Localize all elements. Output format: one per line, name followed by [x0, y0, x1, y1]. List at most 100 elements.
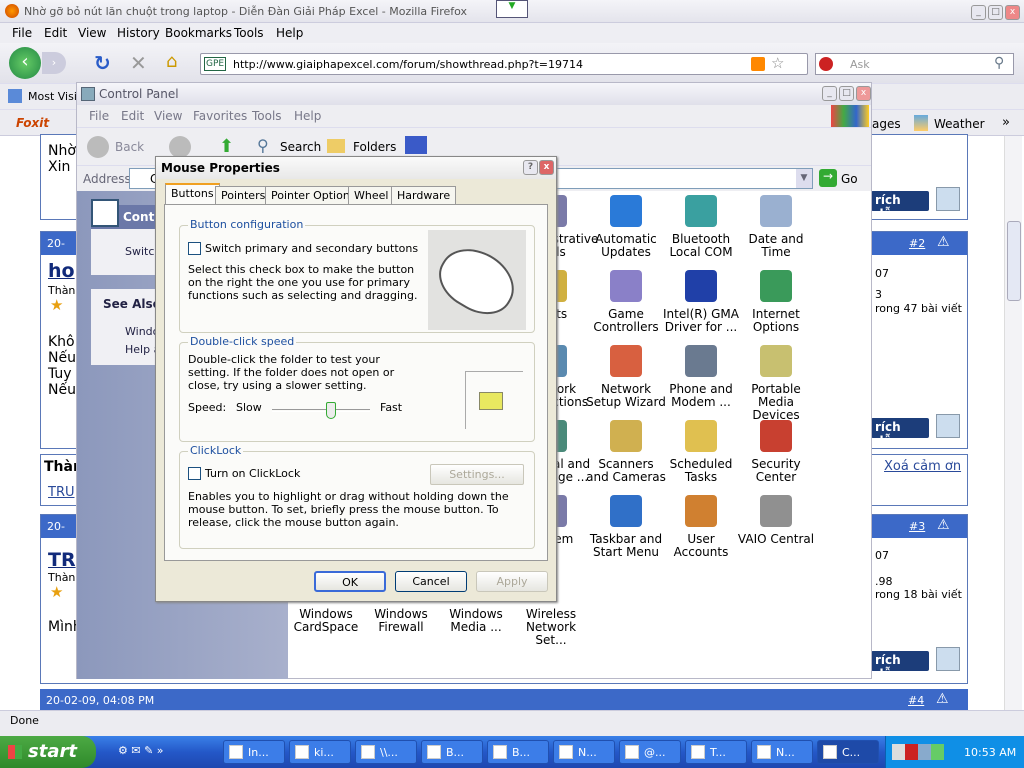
cp-icon-item[interactable]: Taskbar and Start Menu [586, 495, 666, 559]
cancel-button[interactable]: Cancel [395, 571, 467, 592]
address-dropdown-icon[interactable]: ▼ [796, 169, 812, 188]
menu-view[interactable]: View [78, 26, 106, 40]
post-number-link[interactable]: #2 [909, 237, 925, 250]
cp-menu-favorites[interactable]: Favorites [193, 109, 247, 123]
thanks-user-link[interactable]: TRU [48, 485, 75, 500]
menu-file[interactable]: File [12, 26, 32, 40]
cp-icon-item[interactable]: Automatic Updates [586, 195, 666, 259]
search-input[interactable]: Ask ⚲ [815, 53, 1014, 75]
cp-icon-item[interactable]: Network Setup Wizard [586, 345, 666, 409]
ok-button[interactable]: OK [314, 571, 386, 592]
dropdown-tab-icon[interactable]: ▼ [496, 0, 528, 18]
taskbar-item[interactable]: N... [553, 740, 615, 764]
cp-menu-help[interactable]: Help [294, 109, 321, 123]
report-icon[interactable]: ⚠ [936, 691, 949, 707]
remove-thanks-link[interactable]: Xoá cảm ơn [884, 459, 961, 474]
start-button[interactable]: start [0, 736, 96, 768]
go-button[interactable]: Go [841, 172, 858, 186]
menu-bookmarks[interactable]: Bookmarks [165, 26, 232, 40]
clicklock-checkbox[interactable] [188, 467, 201, 480]
cp-icon-item[interactable]: Portable Media Devices [736, 345, 816, 422]
page-scrollbar[interactable] [1004, 136, 1022, 710]
cp-menu-tools[interactable]: Tools [252, 109, 282, 123]
username-link[interactable]: ho [48, 260, 75, 282]
pages-button[interactable]: ages [872, 117, 901, 131]
cp-back-icon[interactable] [87, 136, 109, 158]
quick-launch-icons[interactable]: ⚙ ✉ ✎ » [118, 744, 208, 760]
cp-forward-icon[interactable] [169, 136, 191, 158]
menu-help[interactable]: Help [276, 26, 303, 40]
cp-icon-item[interactable]: User Accounts [661, 495, 741, 559]
cp-icon-item[interactable]: Scheduled Tasks [661, 420, 741, 484]
cp-maximize-button[interactable]: □ [839, 86, 854, 101]
cp-icon-item[interactable]: Date and Time [736, 195, 816, 259]
quote-button[interactable]: rích dẫn [871, 651, 929, 681]
test-folder-area[interactable] [465, 371, 523, 429]
cp-icon-item[interactable]: Bluetooth Local COM [661, 195, 741, 259]
search-icon[interactable]: ⚲ [994, 55, 1004, 71]
edit-icon[interactable] [936, 187, 960, 211]
close-button[interactable]: x [1005, 5, 1020, 20]
settings-button[interactable]: Settings... [430, 464, 524, 485]
cp-icon-item[interactable]: Intel(R) GMA Driver for ... [661, 270, 741, 334]
cp-back-button[interactable]: Back [115, 140, 144, 154]
ask-engine-icon[interactable] [819, 57, 833, 71]
cp-menu-file[interactable]: File [89, 109, 109, 123]
taskbar-item[interactable]: B... [487, 740, 549, 764]
cp-close-button[interactable]: x [856, 86, 871, 101]
url-bar[interactable]: GPE http://www.giaiphapexcel.com/forum/s… [200, 53, 808, 75]
post-number-link[interactable]: #4 [908, 694, 924, 707]
most-visited-bookmark[interactable]: Most Visit [28, 90, 81, 103]
tray-icons[interactable] [892, 744, 944, 760]
taskbar-item[interactable]: \\... [355, 740, 417, 764]
quote-button[interactable]: rích dẫn [871, 418, 929, 448]
cp-menu-view[interactable]: View [154, 109, 182, 123]
back-button[interactable]: ‹ [9, 47, 41, 79]
edit-icon[interactable] [936, 647, 960, 671]
cp-icon-item[interactable]: VAIO Central [736, 495, 816, 546]
clock[interactable]: 10:53 AM [964, 746, 1016, 759]
reload-icon[interactable]: ↻ [94, 51, 111, 75]
up-folder-icon[interactable]: ⬆ [219, 136, 234, 157]
minimize-button[interactable]: _ [971, 5, 986, 20]
dialog-close-button[interactable]: x [539, 160, 554, 175]
taskbar-item[interactable]: In... [223, 740, 285, 764]
views-icon[interactable] [405, 136, 427, 154]
quote-button[interactable]: rích dẫn [871, 191, 929, 221]
slider-thumb[interactable] [325, 402, 336, 419]
username-link[interactable]: TR [48, 549, 76, 571]
cp-icon-item[interactable]: Phone and Modem ... [661, 345, 741, 409]
cp-minimize-button[interactable]: _ [822, 86, 837, 101]
edit-icon[interactable] [936, 414, 960, 438]
maximize-button[interactable]: □ [988, 5, 1003, 20]
go-icon[interactable]: → [819, 169, 837, 187]
taskbar-item[interactable]: @... [619, 740, 681, 764]
switch-buttons-checkbox[interactable] [188, 242, 201, 255]
help-button[interactable]: ? [523, 160, 538, 175]
taskbar-item[interactable]: C... [817, 740, 879, 764]
cp-folders-button[interactable]: Folders [353, 140, 396, 154]
cp-search-button[interactable]: Search [280, 140, 321, 154]
rss-icon[interactable] [751, 57, 765, 71]
tab-buttons[interactable]: Buttons [165, 183, 220, 205]
tab-pointers[interactable]: Pointers [215, 186, 272, 205]
report-icon[interactable]: ⚠ [937, 517, 950, 533]
menu-edit[interactable]: Edit [44, 26, 67, 40]
bookmark-star-icon[interactable]: ☆ [771, 54, 784, 72]
report-icon[interactable]: ⚠ [937, 234, 950, 250]
post-number-link[interactable]: #3 [909, 520, 925, 533]
forward-button[interactable]: › [42, 52, 66, 74]
tab-hardware[interactable]: Hardware [391, 186, 457, 205]
cp-icon-item[interactable]: Security Center [736, 420, 816, 484]
cp-icon-item[interactable]: Internet Options [736, 270, 816, 334]
speed-slider[interactable] [272, 402, 370, 419]
taskbar-item[interactable]: T... [685, 740, 747, 764]
taskbar-item[interactable]: N... [751, 740, 813, 764]
menu-tools[interactable]: Tools [234, 26, 264, 40]
folder-icon[interactable] [479, 392, 503, 410]
more-bookmarks-button[interactable]: » [1002, 115, 1010, 130]
apply-button[interactable]: Apply [476, 571, 548, 592]
cp-icon-item[interactable]: Scanners and Cameras [586, 420, 666, 484]
scrollbar-thumb[interactable] [1007, 221, 1021, 301]
cp-menu-edit[interactable]: Edit [121, 109, 144, 123]
